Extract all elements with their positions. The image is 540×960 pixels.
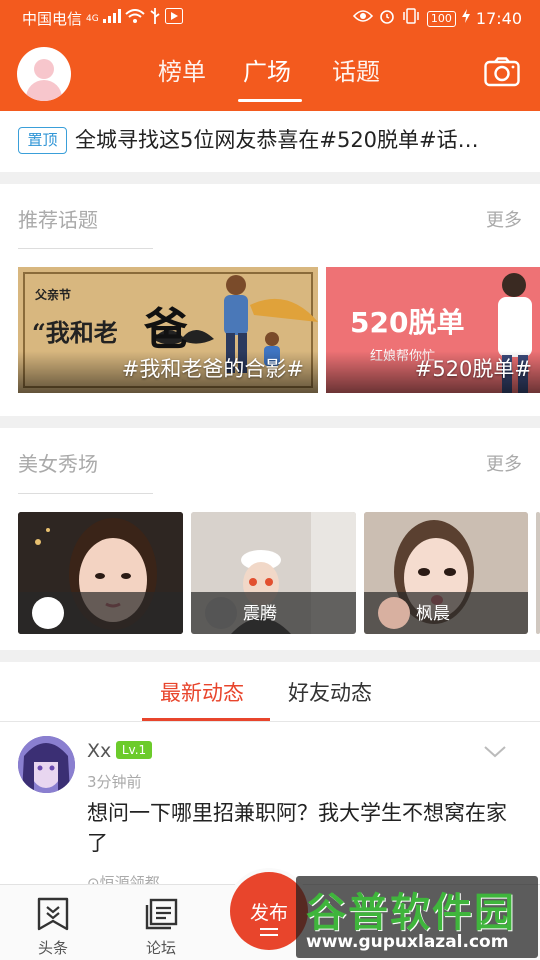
nav-label: 头条 (37, 939, 68, 957)
feed-tabs: 最新动态 好友动态 (0, 662, 540, 722)
nav-forum[interactable]: 论坛 (126, 885, 196, 960)
section-title: 推荐话题 (18, 208, 98, 232)
tab-latest[interactable]: 最新动态 (160, 677, 244, 707)
wifi-icon (125, 9, 145, 28)
beauty-name: 震腾 (243, 604, 277, 624)
media-icon (164, 8, 183, 29)
feed-tab-indicator (142, 718, 270, 721)
pinned-badge: 置顶 (18, 127, 67, 154)
watermark: 谷普软件园 www.gupuxlazal.com (296, 876, 538, 958)
topic-card-label: #520脱单# (414, 357, 532, 381)
watermark-title: 谷普软件园 (306, 890, 516, 936)
tab-friends[interactable]: 好友动态 (288, 677, 372, 707)
beauty-name: 枫晨 (416, 604, 450, 624)
level-badge: Lv.1 (116, 741, 152, 759)
section-divider (18, 493, 153, 494)
topic-art-line2: “我和老 (32, 318, 118, 347)
topic-card-label: #我和老爸的合影# (121, 357, 304, 381)
signal-icon (102, 9, 121, 28)
post-time: 3分钟前 (87, 773, 142, 791)
eye-icon (352, 9, 373, 28)
beauty-card[interactable]: 震腾 (191, 512, 356, 634)
nav-headlines[interactable]: 头条 (18, 885, 88, 960)
network-type-label: 4G (86, 13, 99, 24)
header-tabs: 榜单 广场 话题 (0, 52, 540, 102)
avatar (378, 597, 410, 629)
topic-art-title: 520脱单 (350, 306, 465, 339)
tab-rankings[interactable]: 榜单 (158, 52, 206, 92)
topic-card-father[interactable]: 父亲节 “我和老 爸 #我和老爸的合影# (18, 267, 318, 393)
nav-label: 论坛 (145, 939, 176, 957)
forum-icon (144, 897, 178, 931)
avatar (205, 597, 237, 629)
watermark-url: www.gupuxlazal.com (306, 932, 509, 952)
topic-art-line1: 父亲节 (35, 288, 72, 302)
pinned-text[interactable]: 全城寻找这5位网友恭喜在#520脱单#话… (75, 125, 515, 155)
beauty-card[interactable] (18, 512, 183, 634)
avatar (32, 597, 64, 629)
avatar[interactable] (18, 736, 75, 793)
section-title: 美女秀场 (18, 452, 98, 476)
status-bar: 中国电信 4G 100 17:40 (0, 0, 540, 36)
carrier-label: 中国电信 (22, 10, 83, 28)
post-text: 想问一下哪里招兼职阿？我大学生不想窝在家了 (87, 801, 507, 855)
charging-icon (461, 9, 470, 28)
beauty-card[interactable]: 枫晨 (364, 512, 528, 634)
tab-square[interactable]: 广场 (243, 52, 291, 92)
vibrate-icon (401, 8, 421, 29)
more-beauty-link[interactable]: 更多 (486, 450, 522, 476)
headlines-icon (36, 897, 70, 931)
beauty-card-partial (536, 512, 540, 634)
tab-topics[interactable]: 话题 (332, 52, 380, 92)
menu-icon (260, 928, 278, 936)
clock-label: 17:40 (475, 9, 522, 28)
section-divider (18, 248, 153, 249)
alarm-icon (379, 8, 395, 29)
feed-post[interactable]: Xx Lv.1 3分钟前 想问一下哪里招兼职阿？我大学生不想窝在家了 ⊙恒源领都 (0, 722, 540, 892)
app-header: 中国电信 4G 100 17:40 榜单 广场 话题 (0, 0, 540, 111)
active-tab-indicator (238, 99, 302, 102)
topic-art-big: 爸 (144, 304, 188, 355)
more-topics-link[interactable]: 更多 (486, 206, 522, 232)
pinned-notice[interactable]: 置顶 全城寻找这5位网友恭喜在#520脱单#话… (0, 111, 540, 172)
battery-icon: 100 (426, 10, 456, 27)
post-author[interactable]: Xx (87, 740, 111, 762)
chevron-down-icon[interactable] (484, 744, 506, 758)
topic-card-520[interactable]: 520脱单 红娘帮你忙 #520脱单# (326, 267, 540, 393)
usb-icon (149, 8, 161, 29)
camera-icon[interactable] (484, 57, 520, 87)
